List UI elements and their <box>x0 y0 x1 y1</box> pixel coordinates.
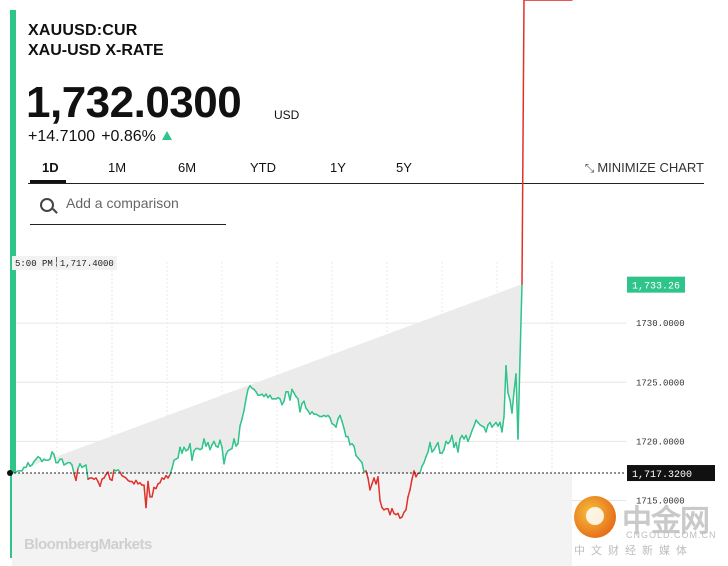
price-line-segment <box>521 0 525 285</box>
bloomberg-markets-watermark: BloombergMarkets <box>24 536 152 553</box>
cngold-logo-icon <box>574 496 616 538</box>
y-tick-label: 1725.0000 <box>636 378 685 388</box>
cngold-url: CNGOLD.COM.CN <box>626 530 717 540</box>
cngold-watermark: 中金网 CNGOLD.COM.CN 中文财经新媒体 <box>570 494 720 560</box>
price-chart[interactable]: 1730.00001725.00001720.00001715.00001,71… <box>0 0 728 566</box>
y-tick-label: 1730.0000 <box>636 319 685 329</box>
price-line-segment <box>53 453 57 464</box>
cngold-tagline: 中文财经新媒体 <box>574 544 693 557</box>
previous-close-marker <box>7 470 13 477</box>
previous-close-label: 1,717.3200 <box>632 470 692 481</box>
last-price-label: 1,733.26 <box>632 282 680 293</box>
y-tick-label: 1720.0000 <box>636 437 685 447</box>
